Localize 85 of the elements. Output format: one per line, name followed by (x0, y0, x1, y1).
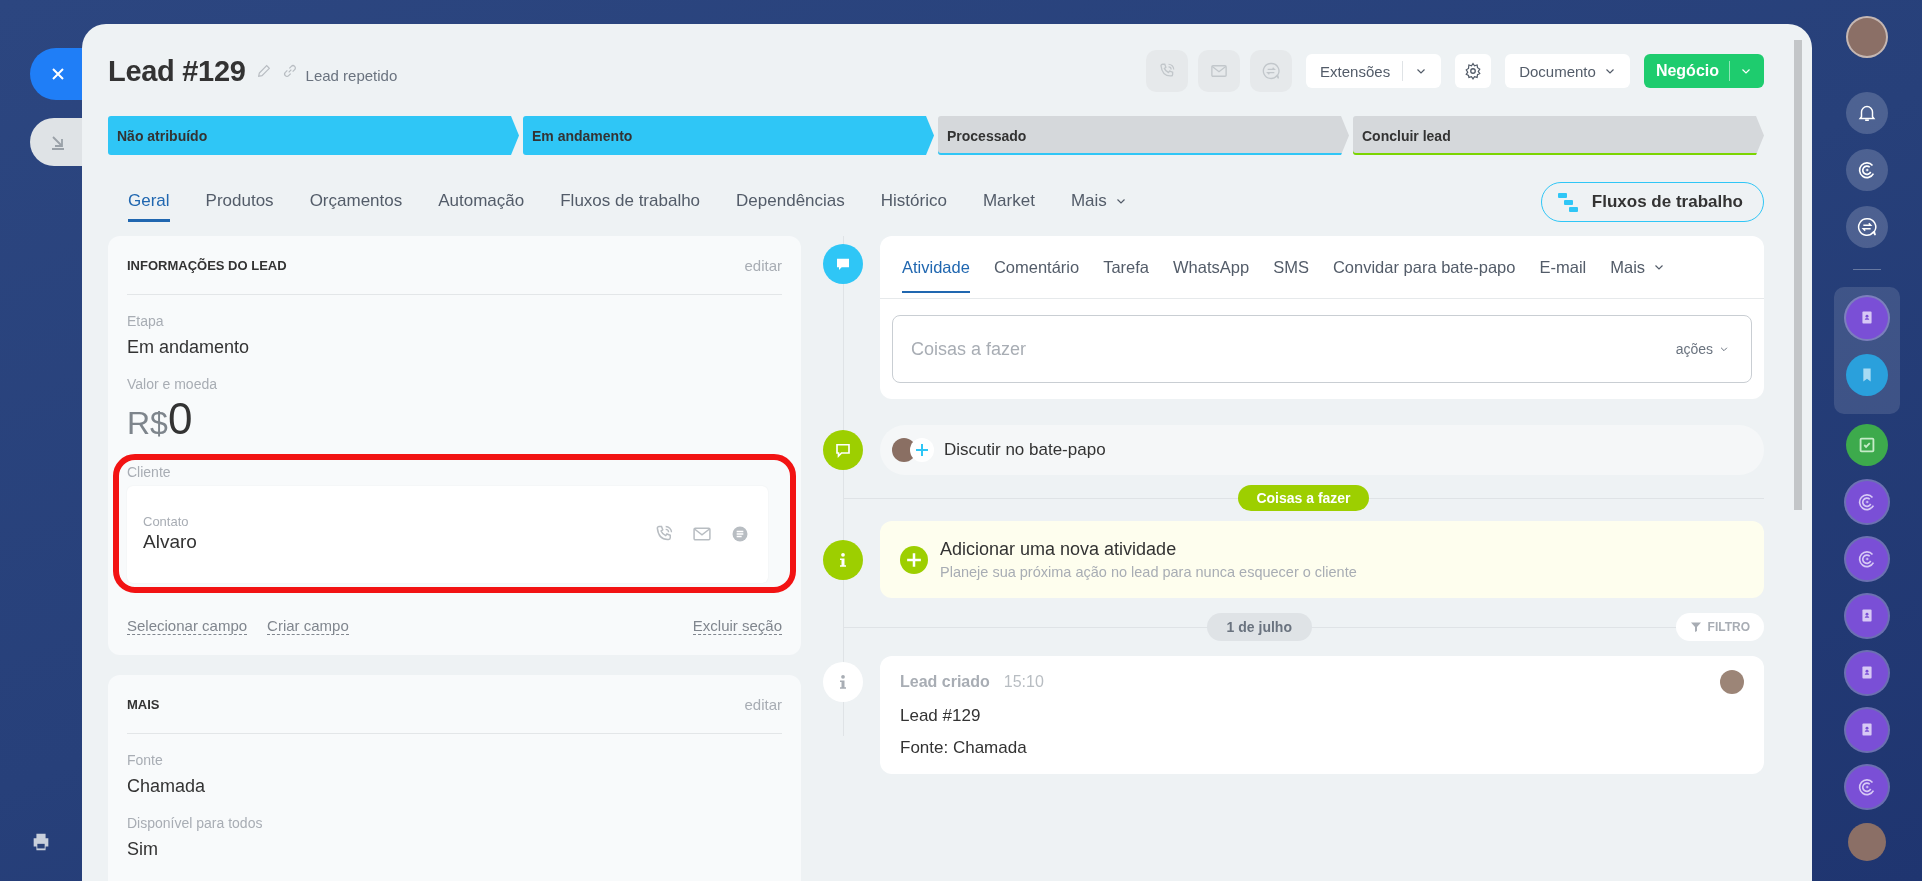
event-title: Lead criado (900, 673, 990, 691)
new-activity-card[interactable]: Adicionar uma nova atividade Planeje sua próxima ação no lead para nunca esquecer o cliente (880, 521, 1764, 598)
settings-button[interactable] (1455, 54, 1492, 88)
collapse-arrow-icon (50, 134, 66, 150)
field-label: Valor e moeda (127, 376, 218, 392)
field-value: Chamada (127, 776, 207, 797)
new-activity-title: Adicionar uma nova atividade (940, 539, 1178, 560)
funnel-icon (1689, 621, 1702, 633)
tab[interactable]: Geral (128, 181, 170, 222)
section-title: MAIS (127, 696, 160, 712)
contact-name[interactable]: Alvaro (143, 531, 197, 553)
activity-tab[interactable]: E-mail (1539, 241, 1587, 293)
stage-step[interactable]: Em andamento (523, 116, 934, 155)
stage-step[interactable]: Não atribuído (108, 116, 519, 155)
field-link[interactable]: Criar campo (267, 617, 349, 635)
spiral-icon[interactable] (1846, 481, 1888, 523)
chat-bubble-icon (823, 430, 863, 470)
info-icon (823, 662, 863, 702)
close-icon (50, 66, 66, 82)
info-icon (823, 539, 863, 580)
amount-value: 0 (167, 394, 193, 444)
contact-book-icon[interactable] (1846, 709, 1888, 751)
chat-discussion-button[interactable]: Discutir no bate-papo (880, 425, 1764, 475)
field-link[interactable]: Selecionar campo (127, 617, 248, 635)
spiral-icon[interactable] (1846, 149, 1888, 191)
settings-icon (1464, 62, 1483, 80)
contact-book-icon[interactable] (1846, 297, 1888, 339)
tab[interactable]: Produtos (205, 181, 274, 222)
tab[interactable]: Histórico (880, 181, 947, 222)
field-label: Cliente (127, 464, 172, 480)
lead-subtitle: Lead repetido (305, 66, 398, 84)
field-label: Fonte (127, 752, 164, 768)
field-value: Sim (127, 839, 159, 860)
comment-icon (823, 244, 863, 284)
field-label: Etapa (127, 313, 165, 329)
tab[interactable]: Dependências (736, 181, 845, 222)
tab[interactable]: Automação (438, 181, 525, 222)
document-button[interactable]: Documento (1505, 54, 1630, 88)
avatar (1720, 670, 1744, 694)
event-time: 15:10 (1003, 673, 1044, 691)
date-badge: 1 de julho (1206, 613, 1312, 641)
activity-tab[interactable]: WhatsApp (1173, 241, 1250, 293)
close-button[interactable] (30, 48, 82, 100)
contact-book-icon[interactable] (1846, 652, 1888, 694)
activity-tab[interactable]: Tarefa (1103, 241, 1150, 293)
tab[interactable]: Orçamentos (309, 181, 403, 222)
contact-label: Contato (143, 514, 190, 529)
delete-section-link[interactable]: Excluir seção (692, 617, 782, 635)
bookmark-icon[interactable] (1846, 354, 1888, 396)
extensions-button[interactable]: Extensões (1306, 54, 1442, 88)
bell-icon[interactable] (1846, 92, 1888, 134)
lead-title: Lead #129 (108, 54, 246, 88)
event-text: Fonte: Chamada (900, 738, 1028, 758)
plus-icon (910, 438, 934, 462)
new-activity-hint: Planeje sua próxima ação no lead para nunca esquecer o cliente (940, 564, 1357, 580)
chevron-down-icon (1719, 344, 1729, 354)
activity-tab[interactable]: SMS (1273, 241, 1309, 293)
checkbox-icon[interactable] (1846, 424, 1888, 466)
actions-dropdown[interactable]: ações (1669, 340, 1735, 358)
spiral-icon[interactable] (1846, 538, 1888, 580)
activity-tab[interactable]: Comentário (993, 241, 1080, 293)
stage-step[interactable]: Concluir lead (1353, 116, 1764, 155)
avatar[interactable] (1848, 823, 1886, 861)
activity-tab[interactable]: Mais (1610, 241, 1666, 293)
tab[interactable]: Fluxos de trabalho (560, 181, 701, 222)
tab[interactable]: Market (982, 181, 1035, 222)
scrollbar[interactable] (1794, 40, 1802, 510)
minimize-button[interactable] (30, 118, 82, 166)
avatar[interactable] (1846, 16, 1888, 58)
field-value: Em andamento (127, 337, 251, 358)
event-text: Lead #129 (900, 706, 982, 726)
chat-swap-icon (1261, 61, 1282, 81)
todo-badge: Coisas a fazer (1238, 485, 1369, 511)
todo-input[interactable]: Coisas a fazer ações (892, 315, 1752, 383)
field-label: Disponível para todos (127, 815, 264, 831)
contact-book-icon[interactable] (1846, 595, 1888, 637)
plus-icon (900, 545, 928, 574)
activity-tab[interactable]: Convidar para bate-papo (1332, 241, 1516, 293)
currency-symbol: R$ (127, 405, 168, 442)
spiral-icon[interactable] (1846, 766, 1888, 808)
chat-swap-icon[interactable] (1846, 206, 1888, 248)
tab[interactable]: Mais (1070, 181, 1127, 222)
stage-step[interactable]: Processado (938, 116, 1349, 155)
activity-tab[interactable]: Atividade (902, 241, 970, 293)
section-title: INFORMAÇÕES DO LEAD (127, 257, 287, 273)
